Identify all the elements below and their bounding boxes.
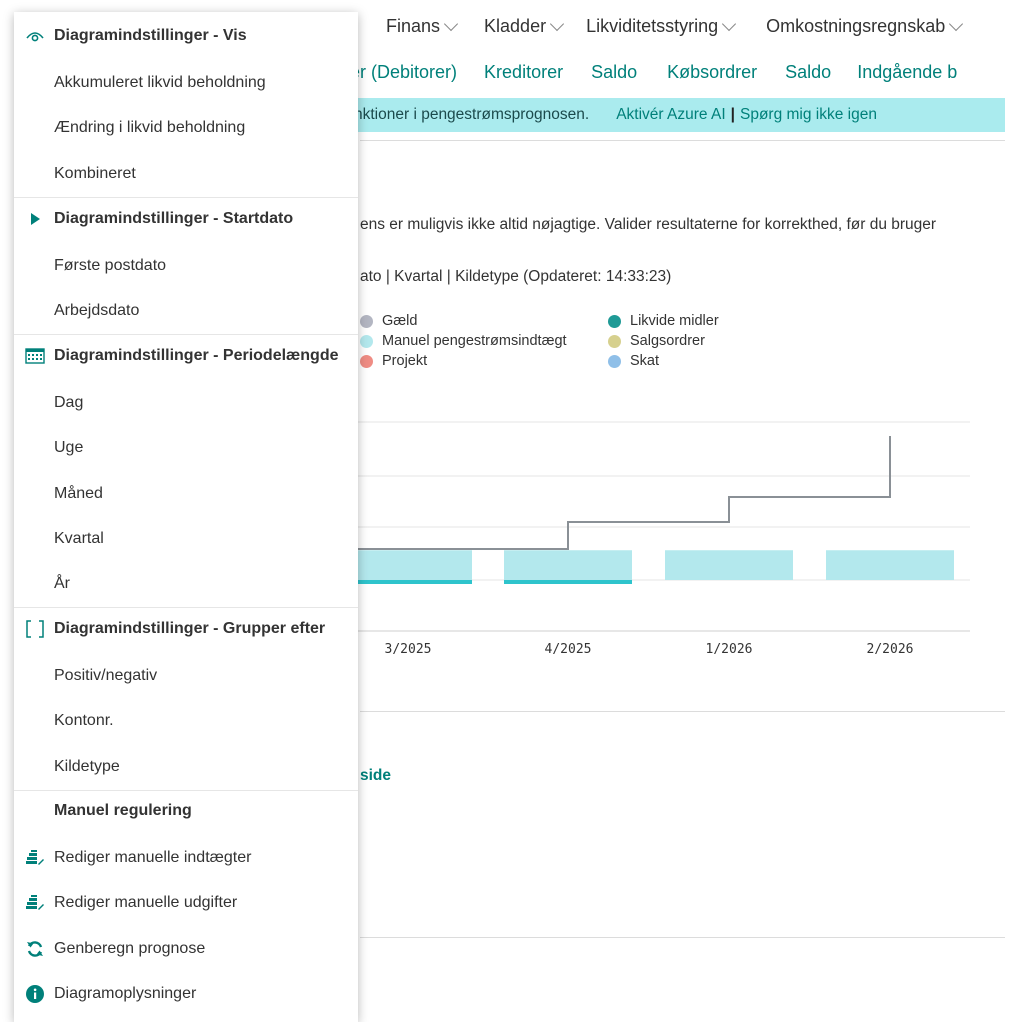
menu-header-manuel-regulering: Manuel regulering (54, 802, 192, 819)
menu-header-vis: Diagramindstillinger - Vis (14, 14, 358, 58)
menu-item-arbejdsdato[interactable]: Arbejdsdato (14, 289, 358, 333)
menu-item-kombineret[interactable]: Kombineret (14, 152, 358, 196)
bracket-icon (24, 618, 46, 640)
menu-item-kontonr[interactable]: Kontonr. (14, 699, 358, 743)
bar (344, 550, 472, 580)
money-edit-icon (24, 847, 46, 869)
x-tick-label: 1/2026 (706, 642, 753, 657)
bar (665, 550, 793, 580)
menu-item-kvartal[interactable]: Kvartal (14, 517, 358, 561)
bar-underline (504, 580, 632, 584)
menu-item-uge[interactable]: Uge (14, 426, 358, 470)
x-tick-label: 3/2025 (385, 642, 432, 657)
menu-header-grupper-efter: Diagramindstillinger - Grupper efter (14, 607, 358, 651)
menu-item-rediger-indtaegter[interactable]: Rediger manuelle indtægter (14, 836, 358, 880)
menu-item-kildetype[interactable]: Kildetype (14, 745, 358, 789)
eye-icon (24, 25, 46, 47)
x-tick-label: 2/2026 (867, 642, 914, 657)
bar-underline (344, 580, 472, 584)
menu-item-rediger-udgifter[interactable]: Rediger manuelle udgifter (14, 881, 358, 925)
see-more-link[interactable]: side (360, 767, 391, 785)
divider (360, 711, 1005, 712)
menu-item-forste-postdato[interactable]: Første postdato (14, 244, 358, 288)
x-tick-label: 4/2025 (545, 642, 592, 657)
divider (360, 937, 1005, 938)
menu-item-aar[interactable]: År (14, 562, 358, 606)
chart-settings-menu: Diagramindstillinger - Vis Akkumuleret l… (14, 12, 358, 1022)
play-icon (24, 208, 46, 230)
money-edit-icon (24, 892, 46, 914)
refresh-icon (24, 938, 46, 960)
bar (826, 550, 954, 580)
menu-item-maaned[interactable]: Måned (14, 472, 358, 516)
menu-header-startdato: Diagramindstillinger - Startdato (14, 197, 358, 241)
menu-item-dag[interactable]: Dag (14, 381, 358, 425)
menu-item-positiv-negativ[interactable]: Positiv/negativ (14, 654, 358, 698)
menu-item-diagramoplysninger[interactable]: Diagramoplysninger (14, 972, 358, 1016)
calendar-icon (24, 345, 46, 367)
bar (504, 550, 632, 580)
menu-item-akkumuleret[interactable]: Akkumuleret likvid beholdning (14, 61, 358, 105)
menu-item-aendring[interactable]: Ændring i likvid beholdning (14, 106, 358, 150)
menu-item-genberegn-prognose[interactable]: Genberegn prognose (14, 927, 358, 971)
menu-header-periodelaengde: Diagramindstillinger - Periodelængde (14, 334, 358, 378)
info-icon (24, 983, 46, 1005)
